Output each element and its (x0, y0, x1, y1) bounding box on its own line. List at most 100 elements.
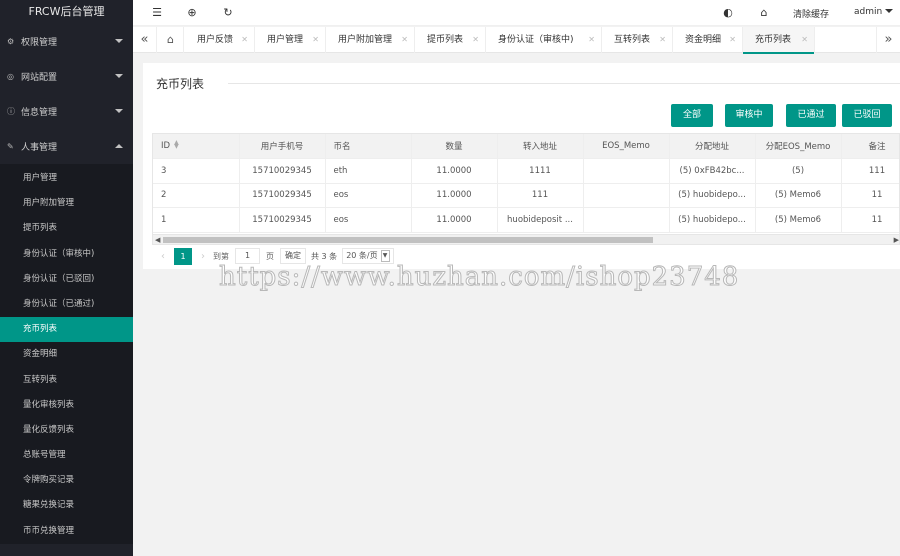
sidebar-item-kyc-rejected[interactable]: 身份认证（已驳回) (0, 267, 133, 292)
tabs-scroll-right-icon[interactable]: » (876, 27, 900, 53)
sidebar-group-label: 人事管理 (21, 143, 58, 153)
close-icon[interactable]: ✕ (401, 27, 408, 53)
watermark-text: https://www.huzhan.com/ishop23748 (218, 262, 740, 293)
sidebar-group-site-config[interactable]: ◎ 网站配置 (0, 59, 133, 94)
chevron-down-icon (115, 109, 123, 113)
cell-deposit-address: 111 (497, 183, 584, 208)
tab-deposit-list[interactable]: 充币列表 ✕ (743, 27, 815, 54)
tab-user-management[interactable]: 用户管理 ✕ (255, 27, 326, 53)
table-row[interactable]: 2 15710029345 eos 11.0000 111 (5) huobid… (153, 183, 899, 208)
sidebar-item-kyc-pending[interactable]: 身份认证（审核中) (0, 242, 133, 267)
close-icon[interactable]: ✕ (588, 27, 595, 53)
close-icon[interactable]: ✕ (241, 27, 248, 53)
sidebar-item-deposit-list[interactable]: 充币列表 (0, 317, 133, 343)
sidebar-item-coin-exchange[interactable]: 币币兑换管理 (0, 519, 133, 544)
close-icon[interactable]: ✕ (312, 27, 319, 53)
top-header: ☰ ⊕ ↻ ◐ ⌂ 清除缓存 admin (133, 0, 900, 26)
tab-label: 用户附加管理 (338, 35, 393, 45)
sidebar-item-fund-details[interactable]: 资金明细 (0, 342, 133, 367)
theme-icon[interactable]: ◐ (721, 6, 735, 20)
tab-label: 用户管理 (267, 35, 304, 45)
close-icon[interactable]: ✕ (659, 27, 666, 53)
sidebar-group-permissions[interactable]: ⚙ 权限管理 (0, 24, 133, 59)
home-icon[interactable]: ⌂ (158, 27, 184, 53)
tab-withdraw-list[interactable]: 提币列表 ✕ (415, 27, 486, 53)
current-page-button[interactable]: 1 (174, 247, 192, 265)
sidebar-item-candy-exchange[interactable]: 糖果兑换记录 (0, 493, 133, 518)
sidebar-item-master-accounts[interactable]: 总账号管理 (0, 443, 133, 468)
table-row[interactable]: 1 15710029345 eos 11.0000 huobideposit .… (153, 207, 899, 233)
sidebar-group-personnel[interactable]: ✎ 人事管理 (0, 129, 133, 164)
cell-eos-memo (583, 158, 670, 184)
sidebar-item-token-purchases[interactable]: 令牌购买记录 (0, 468, 133, 493)
tab-kyc-pending[interactable]: 身份认证（审核中) ✕ (486, 27, 602, 53)
sidebar-item-transfer-list[interactable]: 互转列表 (0, 368, 133, 393)
tag-icon[interactable]: ⌂ (757, 6, 771, 20)
filter-all-button[interactable]: 全部 (671, 104, 713, 127)
chevron-down-icon (115, 74, 123, 78)
sidebar-item-kyc-approved[interactable]: 身份认证（已通过) (0, 292, 133, 317)
cell-assigned-address: (5) huobidepo... (669, 183, 756, 208)
column-header-amount: 数量 (411, 134, 498, 159)
refresh-icon[interactable]: ↻ (221, 6, 235, 20)
table-row[interactable]: 3 15710029345 eth 11.0000 1111 (5) 0xFB4… (153, 158, 899, 184)
tab-fund-details[interactable]: 资金明细 ✕ (673, 27, 743, 53)
cell-coin: eth (325, 158, 412, 184)
tab-label: 互转列表 (614, 35, 651, 45)
user-edit-icon: ✎ (7, 142, 14, 151)
caret-down-icon (885, 9, 894, 13)
next-page-icon[interactable]: › (196, 251, 210, 262)
chevron-up-icon (115, 144, 123, 148)
cell-eos-memo (583, 183, 670, 208)
sidebar-submenu: 用户管理 用户附加管理 提币列表 身份认证（审核中) 身份认证（已驳回) 身份认… (0, 164, 133, 544)
column-header-phone: 用户手机号 (239, 134, 326, 159)
cell-phone: 15710029345 (239, 183, 326, 208)
tab-transfer-list[interactable]: 互转列表 ✕ (602, 27, 673, 53)
scrollbar-thumb[interactable] (163, 237, 653, 243)
close-icon[interactable]: ✕ (472, 27, 479, 53)
close-icon[interactable]: ✕ (801, 27, 808, 53)
filter-approved-button[interactable]: 已通过 (786, 104, 836, 127)
data-table: ID ▲ ▼ 用户手机号 币名 数量 转入地址 EOS_Memo 分配地址 分配EO… (152, 133, 900, 245)
tab-user-extra[interactable]: 用户附加管理 ✕ (326, 27, 415, 53)
sidebar-item-quant-feedback[interactable]: 量化反馈列表 (0, 418, 133, 443)
goto-label: 到第 (213, 251, 229, 261)
page-size-value: 20 条/页 (346, 251, 378, 260)
cell-amount: 11.0000 (411, 183, 498, 208)
globe-icon[interactable]: ⊕ (185, 6, 199, 20)
tabs-scroll-left-icon[interactable]: « (133, 27, 157, 53)
cell-remark: 11 (841, 183, 899, 208)
tab-user-feedback[interactable]: 用户反馈 ✕ (185, 27, 255, 53)
scroll-left-arrow-icon[interactable]: ◀ (155, 235, 160, 244)
sort-icon[interactable]: ▲ ▼ (174, 140, 179, 150)
cell-remark: 111 (841, 158, 899, 184)
sidebar-group-label: 权限管理 (21, 38, 58, 48)
column-header-id[interactable]: ID ▲ ▼ (153, 134, 240, 159)
chevron-down-icon (115, 39, 123, 43)
filter-rejected-button[interactable]: 已驳回 (842, 104, 892, 127)
cell-amount: 11.0000 (411, 207, 498, 233)
info-icon: ⓘ (7, 107, 15, 116)
horizontal-scrollbar[interactable]: ◀ ▶ (153, 234, 899, 244)
column-header-coin: 币名 (325, 134, 412, 159)
user-menu[interactable]: admin (854, 7, 894, 17)
column-header-deposit-address: 转入地址 (497, 134, 584, 159)
prev-page-icon[interactable]: ‹ (156, 251, 170, 262)
filter-pending-button[interactable]: 审核中 (725, 104, 773, 127)
cell-eos-memo (583, 207, 670, 233)
sidebar-item-quant-review[interactable]: 量化审核列表 (0, 393, 133, 418)
cell-id: 2 (153, 183, 240, 208)
clear-cache-link[interactable]: 清除缓存 (793, 7, 829, 20)
sidebar-item-user-management[interactable]: 用户管理 (0, 166, 133, 191)
sidebar-group-info[interactable]: ⓘ 信息管理 (0, 94, 133, 129)
cell-phone: 15710029345 (239, 207, 326, 233)
cell-phone: 15710029345 (239, 158, 326, 184)
globe-icon: ◎ (7, 72, 14, 81)
user-name: admin (854, 7, 883, 17)
collapse-menu-icon[interactable]: ☰ (150, 6, 164, 20)
close-icon[interactable]: ✕ (729, 27, 736, 53)
scroll-right-arrow-icon[interactable]: ▶ (894, 235, 899, 244)
sidebar-item-user-extra[interactable]: 用户附加管理 (0, 191, 133, 216)
sidebar-item-withdraw-list[interactable]: 提币列表 (0, 216, 133, 241)
cell-deposit-address: 1111 (497, 158, 584, 184)
